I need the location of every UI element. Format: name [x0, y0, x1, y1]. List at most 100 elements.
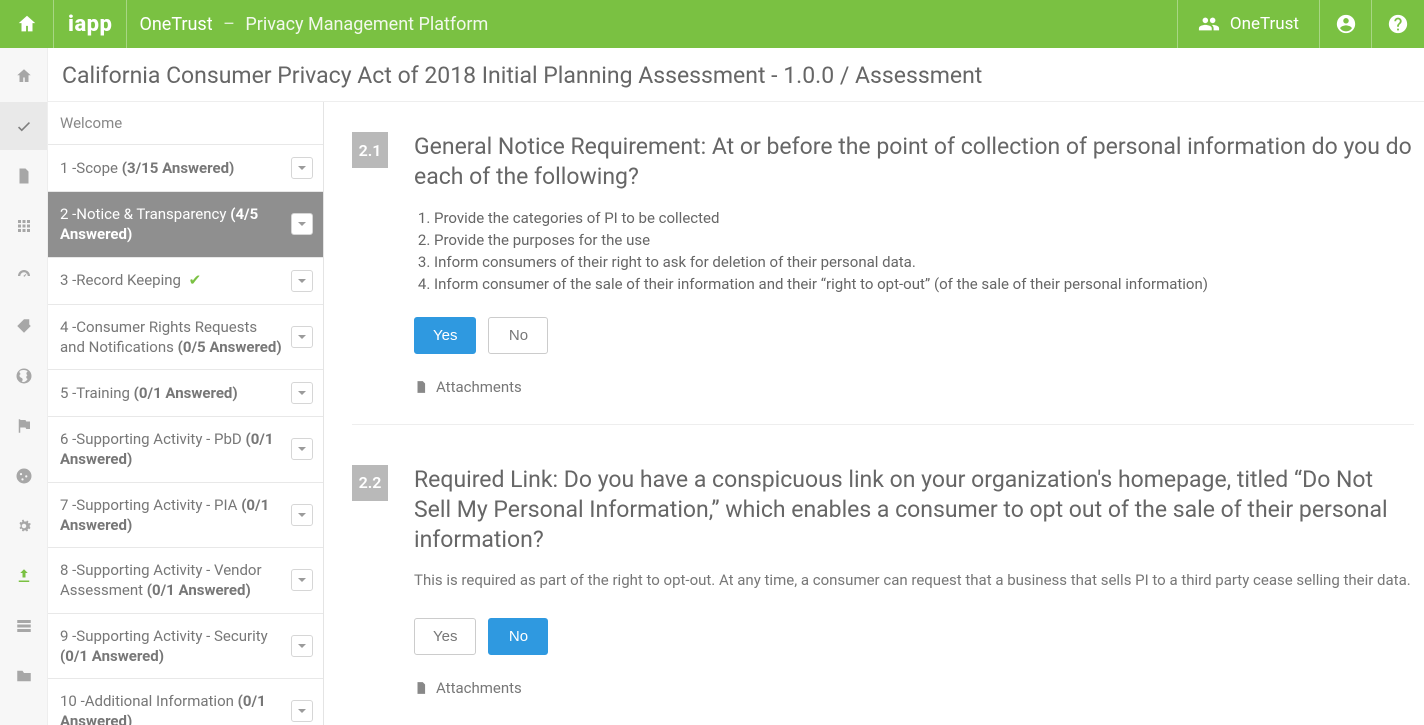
home-button[interactable] [0, 0, 54, 48]
rail-dashboard[interactable] [0, 252, 47, 300]
section-item-count: (0/1 Answered) [134, 384, 238, 402]
chevron-down-icon[interactable] [291, 382, 313, 404]
attachments-link[interactable]: Attachments [414, 679, 1414, 697]
attachments-link[interactable]: Attachments [414, 378, 1414, 396]
chevron-down-icon[interactable] [291, 438, 313, 460]
app-title-separator: – [217, 14, 241, 35]
chevron-down-icon[interactable] [291, 569, 313, 591]
section-item-label: 10 -Additional Information (0/1 Answered… [60, 691, 291, 725]
section-sidebar: Welcome 1 -Scope (3/15 Answered) 2 -Notic… [48, 102, 324, 725]
section-item-count: (0/1 Answered) [60, 647, 164, 665]
chevron-down-icon[interactable] [291, 326, 313, 348]
flag-icon [15, 417, 33, 435]
section-item[interactable]: 9 -Supporting Activity - Security (0/1 A… [48, 613, 323, 679]
chevron-down-icon[interactable] [291, 504, 313, 526]
yes-button[interactable]: Yes [414, 618, 476, 655]
rail-globe[interactable] [0, 352, 47, 400]
gauge-icon [15, 267, 33, 285]
question-title: General Notice Requirement: At or before… [414, 132, 1414, 193]
section-item-count: (4/5 Answered) [60, 205, 258, 243]
section-item-label: 1 -Scope (3/15 Answered) [60, 158, 291, 178]
section-item-count: (0/1 Answered) [60, 496, 269, 534]
app-title: OneTrust – Privacy Management Platform [127, 14, 488, 35]
gear-icon [15, 517, 33, 535]
no-button[interactable]: No [488, 618, 548, 655]
page-title: California Consumer Privacy Act of 2018 … [48, 48, 1424, 102]
check-icon: ✔ [189, 271, 202, 289]
file-icon [414, 380, 428, 394]
section-item-label: 8 -Supporting Activity - Vendor Assessme… [60, 560, 291, 601]
attachments-label: Attachments [436, 378, 522, 396]
question-list-item: Inform consumer of the sale of their inf… [434, 273, 1414, 295]
section-item-count: (0/1 Answered) [60, 692, 266, 725]
section-item-label: 7 -Supporting Activity - PIA (0/1 Answer… [60, 495, 291, 536]
chevron-down-icon[interactable] [291, 213, 313, 235]
rail-table[interactable] [0, 602, 47, 650]
chevron-down-icon[interactable] [291, 157, 313, 179]
section-item-count: (0/1 Answered) [147, 581, 251, 599]
chevron-down-icon[interactable] [291, 635, 313, 657]
rail-settings[interactable] [0, 502, 47, 550]
rail-folder[interactable] [0, 652, 47, 700]
section-item-count: (3/15 Answered) [122, 159, 235, 177]
document-icon [15, 167, 33, 185]
question-list: Provide the categories of PI to be colle… [414, 207, 1414, 295]
question-description: This is required as part of the right to… [414, 570, 1414, 592]
chevron-down-icon[interactable] [291, 270, 313, 292]
users-icon [1198, 13, 1220, 35]
brand-logo-text: iapp [68, 12, 112, 37]
org-switcher[interactable]: OneTrust [1177, 0, 1320, 48]
file-icon [414, 681, 428, 695]
upload-icon [15, 567, 33, 585]
left-rail [0, 48, 48, 725]
globe-icon [15, 367, 33, 385]
section-item[interactable]: 10 -Additional Information (0/1 Answered… [48, 678, 323, 725]
welcome-link[interactable]: Welcome [48, 102, 323, 144]
question-number: 2.2 [352, 465, 388, 501]
section-item[interactable]: 6 -Supporting Activity - PbD (0/1 Answer… [48, 416, 323, 482]
rail-flag[interactable] [0, 402, 47, 450]
rail-tags[interactable] [0, 302, 47, 350]
no-button[interactable]: No [488, 317, 548, 354]
chevron-down-icon[interactable] [291, 700, 313, 722]
question-list-item: Provide the categories of PI to be colle… [434, 207, 1414, 229]
question-number: 2.1 [352, 132, 388, 168]
help-icon [1387, 13, 1409, 35]
table-icon [15, 617, 33, 635]
question: 2.1 General Notice Requirement: At or bef… [352, 114, 1414, 424]
section-item[interactable]: 2 -Notice & Transparency (4/5 Answered) [48, 191, 323, 257]
home-icon [16, 13, 38, 35]
rail-apps[interactable] [0, 202, 47, 250]
rail-home[interactable] [0, 52, 47, 100]
app-name: OneTrust [139, 14, 212, 35]
section-item-count: (0/5 Answered) [178, 338, 282, 356]
rail-assessments[interactable] [0, 102, 47, 150]
section-item[interactable]: 5 -Training (0/1 Answered) [48, 369, 323, 416]
section-item-label: 9 -Supporting Activity - Security (0/1 A… [60, 626, 291, 667]
attachments-label: Attachments [436, 679, 522, 697]
section-item[interactable]: 7 -Supporting Activity - PIA (0/1 Answer… [48, 482, 323, 548]
section-item[interactable]: 3 -Record Keeping ✔ [48, 257, 323, 304]
section-item-label: 2 -Notice & Transparency (4/5 Answered) [60, 204, 291, 245]
section-item[interactable]: 8 -Supporting Activity - Vendor Assessme… [48, 547, 323, 613]
folder-icon [15, 667, 33, 685]
question-list-item: Provide the purposes for the use [434, 229, 1414, 251]
help-button[interactable] [1372, 0, 1424, 48]
rail-cookies[interactable] [0, 452, 47, 500]
cookie-icon [15, 467, 33, 485]
app-subtitle: Privacy Management Platform [245, 14, 488, 35]
section-item-label: 6 -Supporting Activity - PbD (0/1 Answer… [60, 429, 291, 470]
section-item[interactable]: 1 -Scope (3/15 Answered) [48, 144, 323, 191]
org-name: OneTrust [1230, 14, 1299, 34]
rail-upload[interactable] [0, 552, 47, 600]
section-item-label: 5 -Training (0/1 Answered) [60, 383, 291, 403]
brand: iapp [54, 0, 127, 48]
account-button[interactable] [1320, 0, 1372, 48]
home-icon [15, 67, 33, 85]
check-icon [15, 117, 33, 135]
rail-documents[interactable] [0, 152, 47, 200]
topbar: iapp OneTrust – Privacy Management Platf… [0, 0, 1424, 48]
question: 2.2Required Link: Do you have a conspicu… [352, 424, 1414, 725]
yes-button[interactable]: Yes [414, 317, 476, 354]
section-item[interactable]: 4 -Consumer Rights Requests and Notifica… [48, 304, 323, 370]
